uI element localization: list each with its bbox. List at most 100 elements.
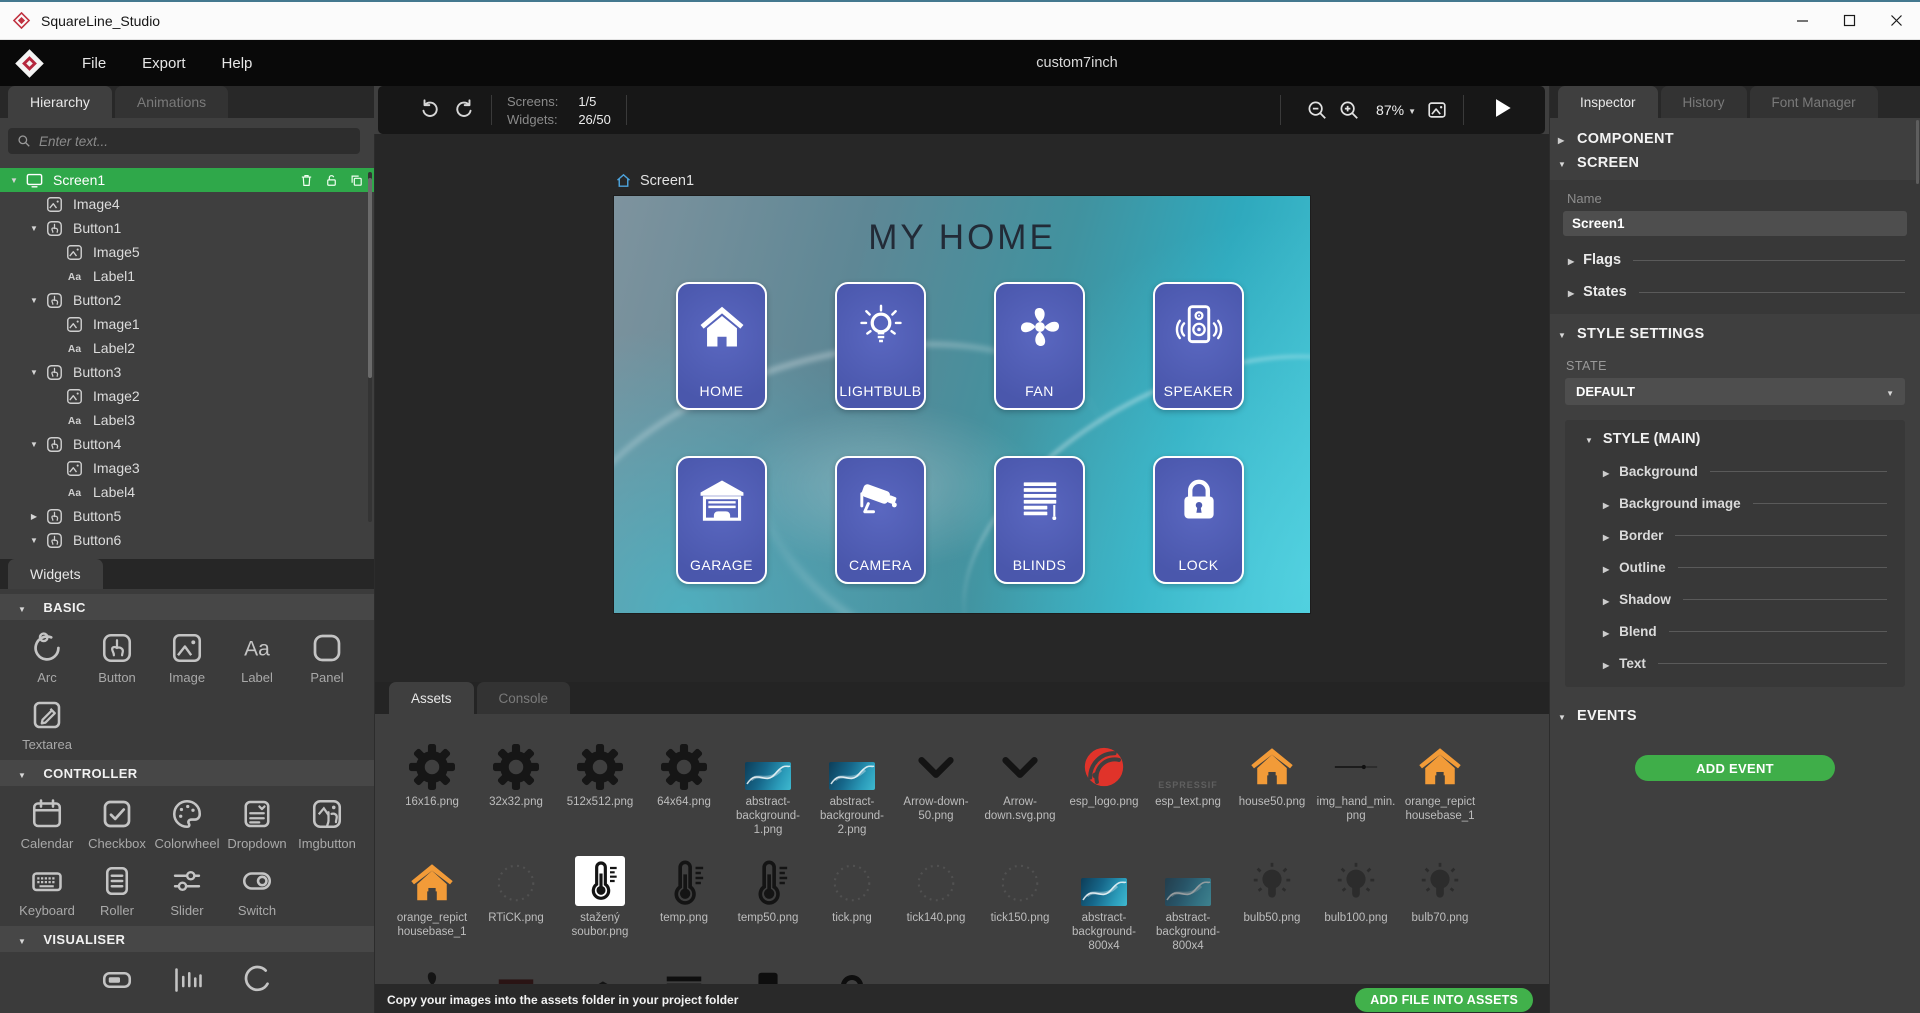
- design-tile-button[interactable]: BLINDS: [994, 456, 1085, 584]
- asset-item[interactable]: [894, 960, 978, 984]
- search-input[interactable]: [39, 134, 319, 149]
- section-screen[interactable]: SCREEN: [1550, 151, 1920, 175]
- widget-item[interactable]: Colorwheel: [152, 796, 222, 851]
- screen-tab[interactable]: Screen1: [615, 172, 694, 189]
- expander-icon[interactable]: ▼: [28, 368, 40, 377]
- menu-help[interactable]: Help: [222, 55, 253, 72]
- asset-item[interactable]: 16x16.png: [390, 738, 474, 837]
- asset-item[interactable]: Arrow-down-50.png: [894, 738, 978, 837]
- design-tile-button[interactable]: CAMERA: [835, 456, 926, 584]
- tree-item[interactable]: Aa Label3: [0, 408, 374, 432]
- section-style-main[interactable]: STYLE (MAIN): [1577, 431, 1893, 447]
- tree-item[interactable]: Image5: [0, 240, 374, 264]
- tree-item[interactable]: ▼ Button3: [0, 360, 374, 384]
- design-tile-button[interactable]: LIGHTBULB: [835, 282, 926, 410]
- asset-item[interactable]: tick.png: [810, 854, 894, 953]
- section-visualiser[interactable]: VISUALISER: [0, 926, 374, 952]
- states-row[interactable]: States: [1563, 284, 1907, 300]
- style-property-row[interactable]: Shadow: [1603, 592, 1893, 607]
- asset-item[interactable]: orange_repict housebase_1: [390, 854, 474, 953]
- tree-item[interactable]: Aa Label2: [0, 336, 374, 360]
- style-property-row[interactable]: Background image: [1603, 496, 1893, 511]
- asset-item[interactable]: img_hand_min.png: [1314, 738, 1398, 837]
- tree-item[interactable]: ▼ Screen1: [0, 168, 374, 192]
- asset-item[interactable]: 64x64.png: [642, 738, 726, 837]
- zoom-out-button[interactable]: [1306, 99, 1328, 121]
- asset-item[interactable]: [726, 960, 810, 984]
- asset-item[interactable]: [390, 960, 474, 984]
- unlock-icon[interactable]: [324, 173, 339, 188]
- trash-icon[interactable]: [299, 173, 314, 188]
- style-property-row[interactable]: Background: [1603, 464, 1893, 479]
- section-events[interactable]: EVENTS: [1550, 704, 1920, 728]
- tree-item[interactable]: Image4: [0, 192, 374, 216]
- menu-file[interactable]: File: [82, 55, 106, 72]
- widget-item[interactable]: Imgbutton: [292, 796, 362, 851]
- section-controller[interactable]: CONTROLLER: [0, 760, 374, 786]
- asset-item[interactable]: tick150.png: [978, 854, 1062, 953]
- style-property-row[interactable]: Outline: [1603, 560, 1893, 575]
- hierarchy-search[interactable]: [8, 128, 360, 154]
- asset-item[interactable]: abstract-background-1.png: [726, 738, 810, 837]
- design-tile-button[interactable]: SPEAKER: [1153, 282, 1244, 410]
- tree-item[interactable]: ▼ Button4: [0, 432, 374, 456]
- widget-item[interactable]: Checkbox: [82, 796, 152, 851]
- expander-icon[interactable]: ▶: [28, 512, 40, 521]
- tree-item[interactable]: ▼ Button2: [0, 288, 374, 312]
- tab-assets[interactable]: Assets: [389, 682, 474, 714]
- asset-item[interactable]: temp50.png: [726, 854, 810, 953]
- tree-item[interactable]: Image2: [0, 384, 374, 408]
- asset-item[interactable]: 32x32.png: [474, 738, 558, 837]
- widget-item[interactable]: Calendar: [12, 796, 82, 851]
- expander-icon[interactable]: ▼: [28, 440, 40, 449]
- inspector-scrollbar[interactable]: [1916, 120, 1919, 184]
- minimize-button[interactable]: [1779, 2, 1826, 40]
- section-basic[interactable]: BASIC: [0, 594, 374, 620]
- asset-item[interactable]: stažený soubor.png: [558, 854, 642, 953]
- tree-item[interactable]: ▼ Button6: [0, 528, 374, 552]
- asset-item[interactable]: [642, 960, 726, 984]
- tab-animations[interactable]: Animations: [115, 86, 228, 118]
- play-button[interactable]: [1489, 95, 1515, 126]
- flags-row[interactable]: Flags: [1563, 252, 1907, 268]
- zoom-dropdown-icon[interactable]: [1408, 101, 1416, 119]
- zoom-in-button[interactable]: [1338, 99, 1360, 121]
- asset-item[interactable]: ESPRESSIF esp_text.png: [1146, 738, 1230, 837]
- widget-item[interactable]: Arc: [12, 630, 82, 685]
- style-property-row[interactable]: Text: [1603, 656, 1893, 671]
- tree-item[interactable]: Image1: [0, 312, 374, 336]
- menu-export[interactable]: Export: [142, 55, 185, 72]
- widget-item[interactable]: Textarea: [12, 697, 82, 752]
- widget-item[interactable]: [12, 962, 82, 1002]
- asset-item[interactable]: Arrow-down.svg.png: [978, 738, 1062, 837]
- asset-item[interactable]: orange_repict housebase_1: [1398, 738, 1482, 837]
- design-tile-button[interactable]: GARAGE: [676, 456, 767, 584]
- asset-item[interactable]: [810, 960, 894, 984]
- tab-font-manager[interactable]: Font Manager: [1750, 86, 1878, 118]
- widget-item[interactable]: [82, 962, 152, 1002]
- hierarchy-scrollbar[interactable]: [368, 172, 372, 522]
- widget-item[interactable]: Panel: [292, 630, 362, 685]
- widget-item[interactable]: Button: [82, 630, 152, 685]
- asset-item[interactable]: abstract-background-2.png: [810, 738, 894, 837]
- widget-item[interactable]: Keyboard: [12, 863, 82, 918]
- style-property-row[interactable]: Border: [1603, 528, 1893, 543]
- tab-history[interactable]: History: [1661, 86, 1747, 118]
- fit-image-button[interactable]: [1426, 99, 1448, 121]
- asset-item[interactable]: bulb50.png: [1230, 854, 1314, 953]
- asset-item[interactable]: esp_logo.png: [1062, 738, 1146, 837]
- asset-item[interactable]: tick140.png: [894, 854, 978, 953]
- maximize-button[interactable]: [1826, 2, 1873, 40]
- design-tile-button[interactable]: HOME: [676, 282, 767, 410]
- tab-widgets[interactable]: Widgets: [8, 559, 103, 589]
- widget-item[interactable]: Roller: [82, 863, 152, 918]
- widget-item[interactable]: [152, 962, 222, 1002]
- widget-item[interactable]: Switch: [222, 863, 292, 918]
- undo-button[interactable]: [418, 96, 441, 124]
- section-component[interactable]: COMPONENT: [1550, 127, 1920, 151]
- section-style-settings[interactable]: STYLE SETTINGS: [1550, 322, 1920, 346]
- tree-item[interactable]: ▼ Button1: [0, 216, 374, 240]
- style-property-row[interactable]: Blend: [1603, 624, 1893, 639]
- expander-icon[interactable]: ▼: [28, 224, 40, 233]
- widget-item[interactable]: Slider: [152, 863, 222, 918]
